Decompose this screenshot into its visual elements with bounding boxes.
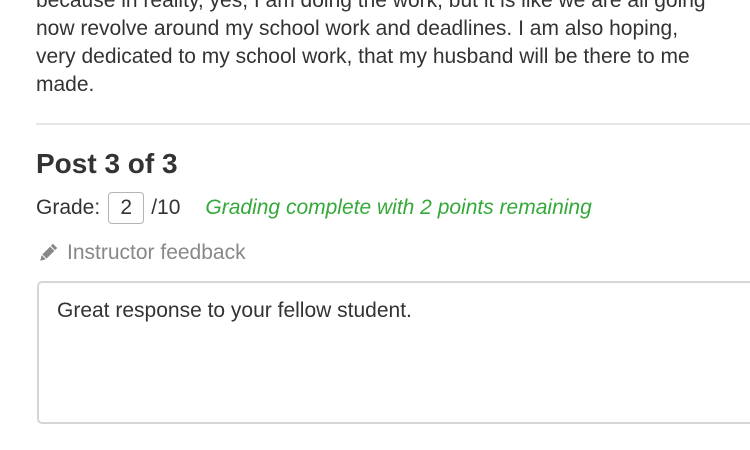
grade-row: Grade: /10 Grading complete with 2 point…: [36, 191, 592, 225]
grade-input[interactable]: [108, 192, 145, 224]
previous-post-body: because in reality, yes, I am doing the …: [36, 0, 750, 99]
post-body-line: made.: [36, 73, 95, 96]
discussion-grading-page: because in reality, yes, I am doing the …: [0, 0, 750, 450]
post-body-line: very dedicated to my school work, that m…: [36, 45, 690, 68]
instructor-feedback-header: Instructor feedback: [36, 238, 246, 268]
post-body-line: now revolve around my school work and de…: [36, 17, 679, 40]
post-heading: Post 3 of 3: [36, 148, 178, 179]
grade-max: /10: [151, 196, 181, 219]
grade-label: Grade:: [36, 196, 101, 219]
pencil-icon: [36, 241, 60, 265]
instructor-feedback-label: Instructor feedback: [67, 241, 246, 264]
grading-status: Grading complete with 2 points remaining: [205, 196, 592, 219]
instructor-feedback-textarea[interactable]: Great response to your fellow student.: [37, 281, 750, 424]
post-divider: [36, 123, 750, 125]
post-body-line: because in reality, yes, I am doing the …: [36, 0, 706, 12]
